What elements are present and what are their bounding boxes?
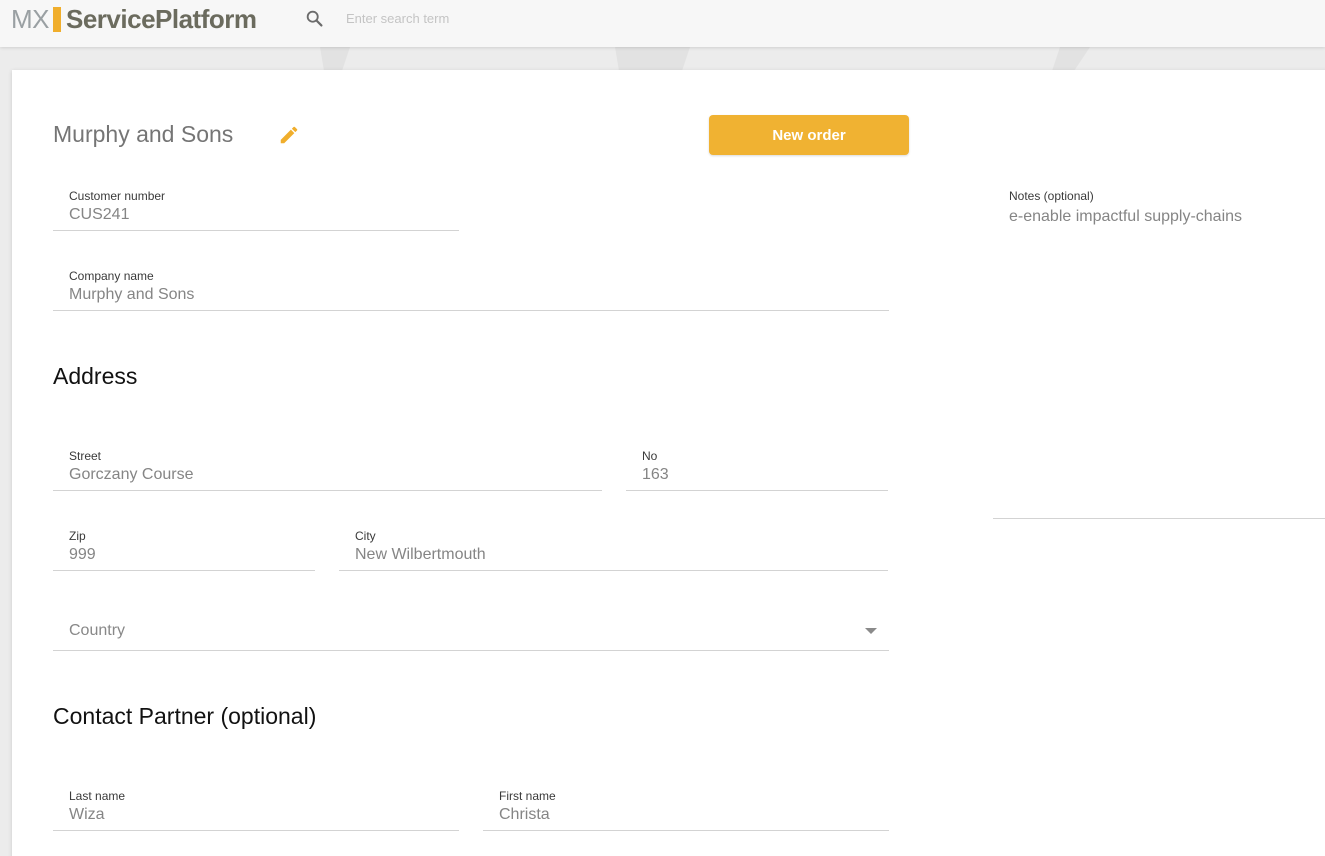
top-app-bar: MX ServicePlatform bbox=[0, 0, 1325, 47]
street-value: Gorczany Course bbox=[69, 466, 194, 483]
zip-field[interactable]: Zip 999 bbox=[53, 529, 315, 571]
last-name-label: Last name bbox=[69, 789, 126, 803]
city-field[interactable]: City New Wilbertmouth bbox=[339, 529, 888, 571]
search-input[interactable] bbox=[346, 7, 646, 29]
first-name-label: First name bbox=[499, 789, 556, 803]
customer-number-field[interactable]: Customer number CUS241 bbox=[53, 189, 459, 231]
street-label: Street bbox=[69, 449, 102, 463]
last-name-field[interactable]: Last name Wiza bbox=[53, 789, 459, 831]
house-number-label: No bbox=[642, 449, 658, 463]
notes-field[interactable]: Notes (optional) e-enable impactful supp… bbox=[993, 189, 1325, 519]
country-placeholder: Country bbox=[69, 622, 126, 639]
logo-name-text: ServicePlatform bbox=[66, 3, 257, 34]
zip-label: Zip bbox=[69, 529, 86, 543]
last-name-value: Wiza bbox=[69, 806, 105, 823]
city-value: New Wilbertmouth bbox=[355, 546, 486, 563]
zip-value: 999 bbox=[69, 546, 96, 563]
chevron-down-icon[interactable] bbox=[865, 628, 877, 634]
company-name-field[interactable]: Company name Murphy and Sons bbox=[53, 269, 889, 311]
search-icon[interactable] bbox=[304, 8, 326, 30]
customer-number-value: CUS241 bbox=[69, 206, 130, 223]
app-logo[interactable]: MX ServicePlatform bbox=[11, 3, 257, 34]
first-name-value: Christa bbox=[499, 806, 550, 823]
notes-label: Notes (optional) bbox=[1009, 189, 1094, 203]
house-number-field[interactable]: No 163 bbox=[626, 449, 888, 491]
logo-accent-bar bbox=[53, 6, 61, 32]
company-name-label: Company name bbox=[69, 269, 154, 283]
notes-value: e-enable impactful supply-chains bbox=[1009, 208, 1243, 225]
new-order-button[interactable]: New order bbox=[709, 115, 909, 155]
first-name-field[interactable]: First name Christa bbox=[483, 789, 889, 831]
contact-partner-heading: Contact Partner (optional) bbox=[53, 703, 317, 729]
logo-mx-text: MX bbox=[11, 3, 50, 34]
address-heading: Address bbox=[53, 363, 138, 389]
street-field[interactable]: Street Gorczany Course bbox=[53, 449, 602, 491]
company-name-value: Murphy and Sons bbox=[69, 286, 195, 303]
house-number-value: 163 bbox=[642, 466, 669, 483]
country-select[interactable]: Country bbox=[53, 600, 889, 651]
customer-number-label: Customer number bbox=[69, 189, 166, 203]
city-label: City bbox=[355, 529, 376, 543]
customer-detail-card: Murphy and Sons New order Customer numbe… bbox=[12, 70, 1325, 856]
page-title: Murphy and Sons bbox=[53, 121, 234, 147]
pencil-icon[interactable] bbox=[278, 124, 300, 146]
